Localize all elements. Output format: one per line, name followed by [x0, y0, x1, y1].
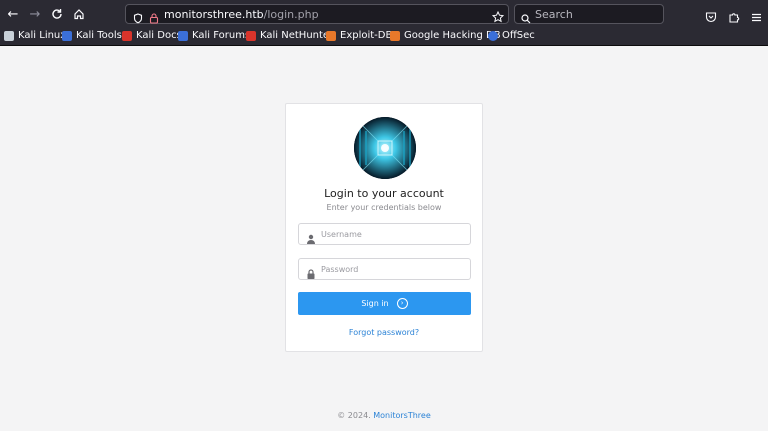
logo-image	[354, 117, 416, 179]
bookmark-label: Exploit-DB	[340, 30, 393, 41]
search-placeholder: Search	[535, 8, 573, 21]
url-path: /login.php	[263, 8, 319, 21]
login-subtitle: Enter your credentials below	[326, 203, 442, 212]
search-bar[interactable]: Search	[514, 4, 664, 24]
arrow-circle-right-icon: ›	[396, 298, 408, 309]
ghdb-icon	[390, 30, 400, 41]
bookmark-kali-docs[interactable]: Kali Docs	[122, 30, 182, 41]
bookmarks-bar: Kali Linux Kali Tools Kali Docs Kali For…	[0, 28, 768, 46]
footer-copyright: © 2024.	[337, 411, 371, 420]
lock-icon	[306, 264, 316, 279]
bookmark-label: Kali Docs	[136, 30, 182, 41]
kali-tools-icon	[62, 30, 72, 41]
bookmark-label: Kali Tools	[76, 30, 122, 41]
bookmark-star-icon[interactable]	[491, 8, 505, 27]
forward-icon[interactable]: →	[26, 5, 44, 23]
footer-brand-link[interactable]: MonitorsThree	[373, 411, 431, 420]
url-text[interactable]: monitorsthree.htb/login.php	[164, 8, 319, 21]
back-icon[interactable]: ←	[4, 5, 22, 23]
bookmark-kali-nethunter[interactable]: Kali NetHunter	[246, 30, 333, 41]
sign-in-label: Sign in	[361, 299, 389, 308]
shield-icon[interactable]	[133, 9, 143, 28]
bookmark-label: OffSec	[502, 30, 535, 41]
browser-toolbar: ← → monitorsthree.htb/login.php Search	[0, 0, 768, 28]
sign-in-button[interactable]: Sign in ›	[298, 292, 471, 315]
bookmark-label: Kali NetHunter	[260, 30, 334, 41]
bookmark-label: Google Hacking DB	[404, 30, 501, 41]
home-icon[interactable]	[70, 5, 88, 23]
kali-forums-icon	[178, 30, 188, 41]
bookmark-kali-tools[interactable]: Kali Tools	[62, 30, 122, 41]
forgot-password-link[interactable]: Forgot password?	[286, 328, 482, 337]
search-icon	[521, 9, 531, 28]
bookmark-exploit-db[interactable]: Exploit-DB	[326, 30, 392, 41]
bookmark-google-hacking-db[interactable]: Google Hacking DB	[390, 30, 501, 41]
password-field[interactable]	[298, 258, 471, 280]
pocket-icon[interactable]	[705, 8, 717, 27]
lock-insecure-icon[interactable]	[149, 9, 159, 28]
bookmark-offsec[interactable]: OffSec	[488, 30, 535, 41]
exploit-db-icon	[326, 30, 336, 41]
reload-icon[interactable]	[48, 5, 66, 23]
login-card: Login to your account Enter your credent…	[285, 103, 483, 352]
footer: © 2024. MonitorsThree	[0, 411, 768, 420]
url-bar[interactable]: monitorsthree.htb/login.php	[125, 4, 509, 24]
url-host: monitorsthree.htb	[164, 8, 264, 21]
password-input[interactable]	[321, 261, 466, 277]
username-field[interactable]	[298, 223, 471, 245]
user-icon	[306, 229, 316, 244]
kali-nethunter-icon	[246, 30, 256, 41]
offsec-icon	[488, 30, 498, 41]
menu-icon[interactable]	[751, 8, 762, 27]
bookmark-kali-forums[interactable]: Kali Forums	[178, 30, 250, 41]
kali-docs-icon	[122, 30, 132, 41]
login-title: Login to your account	[324, 187, 444, 200]
bookmark-kali-linux[interactable]: Kali Linux	[4, 30, 66, 41]
bookmark-label: Kali Linux	[18, 30, 67, 41]
username-input[interactable]	[321, 226, 466, 242]
extensions-icon[interactable]	[728, 8, 740, 27]
bookmark-label: Kali Forums	[192, 30, 251, 41]
kali-dragon-icon	[4, 30, 14, 41]
